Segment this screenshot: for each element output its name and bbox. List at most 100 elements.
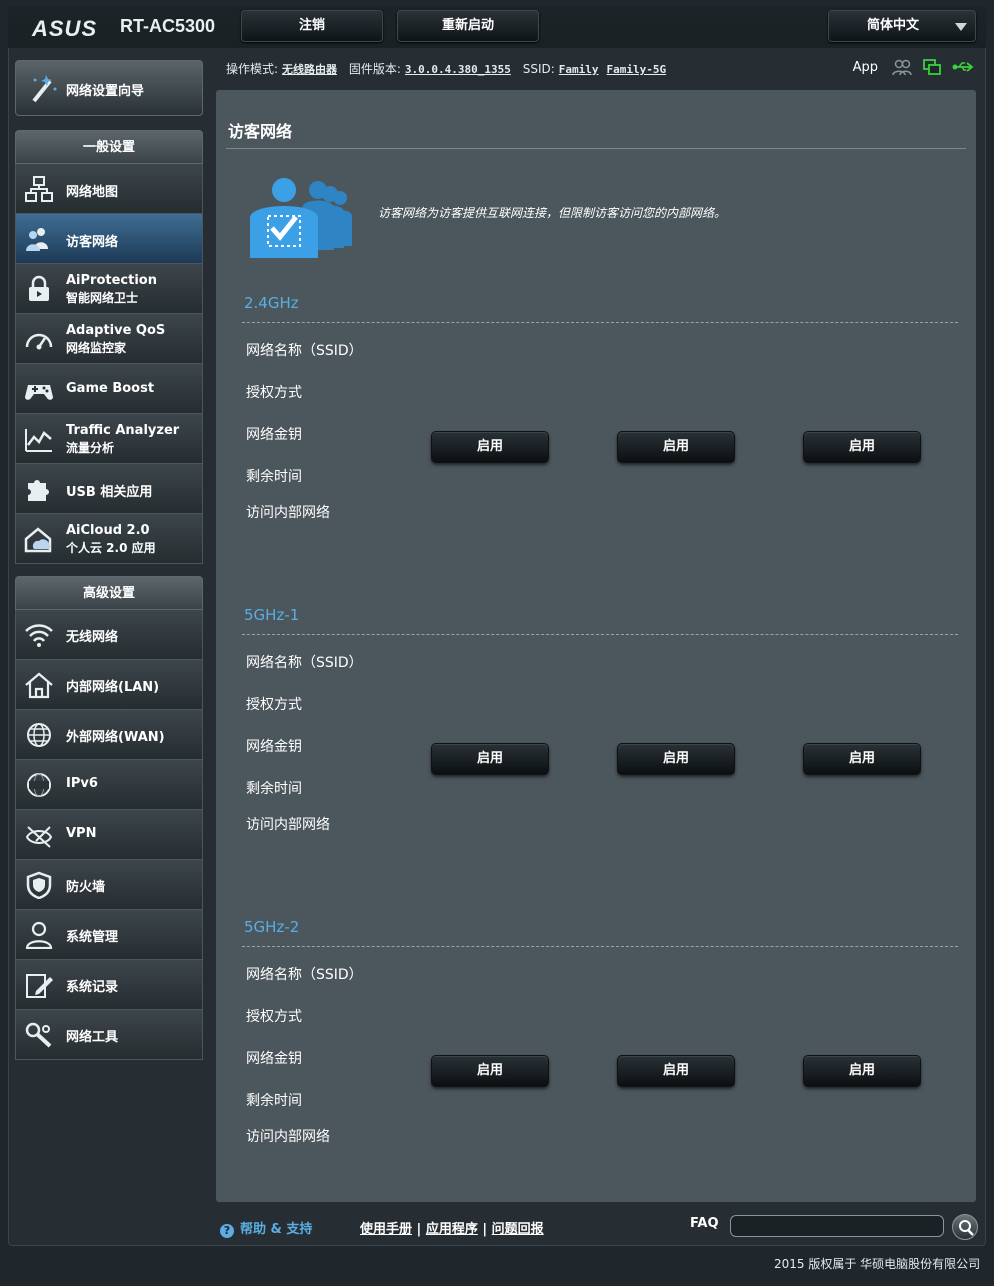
router-model: RT-AC5300 xyxy=(120,16,216,36)
divider xyxy=(242,322,958,323)
divider xyxy=(226,148,966,149)
sidebar-item-wireless[interactable]: 无线网络 xyxy=(15,610,203,660)
sidebar-item-guest-network[interactable]: 访客网络 xyxy=(15,214,203,264)
log-edit-icon xyxy=(26,974,53,998)
sidebar-item-adaptive-qos[interactable]: Adaptive QoS 网络监控家 xyxy=(15,314,203,364)
search-button[interactable] xyxy=(952,1214,978,1240)
enable-button[interactable]: 启用 xyxy=(431,1055,549,1087)
sidebar-item-aiprotection[interactable]: AiProtection 智能网络卫士 xyxy=(15,264,203,314)
intro-text: 访客网络为访客提供互联网连接，但限制访客访问您的内部网络。 xyxy=(378,206,727,220)
footer-links: 使用手册 | 应用程序 | 问题回报 xyxy=(360,1222,544,1237)
ssid-row-label: 网络名称（SSID） xyxy=(246,343,363,359)
sidebar-item-network-tools[interactable]: 网络工具 xyxy=(15,1010,203,1060)
sidebar-item-ipv6[interactable]: IPv6 xyxy=(15,760,203,810)
language-select[interactable]: 简体中文 xyxy=(828,10,976,42)
main-panel: 访客网络 访客网络为访客提供互联网连接，但限制访客访问您的内部网络。 2.4GH… xyxy=(216,90,976,1202)
sidebar-item-label: 网络工具 xyxy=(66,1030,119,1045)
wizard-label: 网络设置向导 xyxy=(66,84,145,99)
sidebar-item-game-boost[interactable]: Game Boost xyxy=(15,364,203,414)
sidebar-item-usb-apps[interactable]: USB 相关应用 xyxy=(15,464,203,514)
guest-network-icon xyxy=(26,228,48,251)
sidebar-item-sublabel: 网络监控家 xyxy=(66,341,127,355)
key-row-label: 网络金钥 xyxy=(246,427,302,443)
help-label: 帮助 & 支持 xyxy=(240,1222,313,1237)
time-row-label: 剩余时间 xyxy=(246,469,302,485)
sidebar-item-firewall[interactable]: 防火墙 xyxy=(15,860,203,910)
divider xyxy=(242,634,958,635)
auth-row-label: 授权方式 xyxy=(246,385,302,401)
advanced-settings-header: 高级设置 xyxy=(15,576,203,610)
sidebar-item-label: 无线网络 xyxy=(66,630,119,645)
manual-link[interactable]: 使用手册 xyxy=(360,1222,412,1237)
mode-link[interactable]: 无线路由器 xyxy=(282,63,337,76)
feedback-link[interactable]: 问题回报 xyxy=(492,1222,544,1237)
page-title: 访客网络 xyxy=(228,122,293,141)
wan-status-icon[interactable] xyxy=(922,58,942,76)
sidebar-item-label: IPv6 xyxy=(66,776,98,791)
sidebar-item-label: Traffic Analyzer xyxy=(66,423,180,438)
firmware-link[interactable]: 3.0.0.4.380_1355 xyxy=(405,63,511,76)
enable-button[interactable]: 启用 xyxy=(803,743,921,775)
key-row-label: 网络金钥 xyxy=(246,739,302,755)
mode-label: 操作模式: xyxy=(226,62,279,76)
enable-button[interactable]: 启用 xyxy=(617,431,735,463)
faq-search-input[interactable] xyxy=(730,1215,944,1237)
usb-icon[interactable] xyxy=(952,60,974,74)
status-bar: 操作模式: 无线路由器 固件版本: 3.0.0.4.380_1355 SSID: Fa… xyxy=(226,60,674,77)
help-support-link[interactable]: ? 帮助 & 支持 xyxy=(220,1218,312,1238)
lock-icon xyxy=(29,275,49,301)
ipv6-icon xyxy=(27,773,51,797)
sidebar-item-aicloud[interactable]: AiCloud 2.0 个人云 2.0 应用 xyxy=(15,514,203,564)
sidebar-item-label: AiCloud 2.0 xyxy=(66,523,150,538)
sidebar-item-sublabel: 智能网络卫士 xyxy=(66,291,139,305)
ssid-link-5[interactable]: Family-5G xyxy=(607,63,667,76)
band-title-24ghz: 2.4GHz xyxy=(244,294,299,312)
time-row-label: 剩余时间 xyxy=(246,1093,302,1109)
network-wizard-button[interactable]: 网络设置向导 xyxy=(15,60,203,116)
band-title-5ghz-2: 5GHz-2 xyxy=(244,918,300,936)
puzzle-icon xyxy=(28,480,49,501)
enable-button[interactable]: 启用 xyxy=(431,431,549,463)
faq-label: FAQ xyxy=(690,1216,719,1231)
enable-button[interactable]: 启用 xyxy=(617,1055,735,1087)
sidebar-item-wan[interactable]: 外部网络(WAN) xyxy=(15,710,203,760)
reboot-button[interactable]: 重新启动 xyxy=(397,10,539,42)
top-bar: ASUS RT-AC5300 注销 重新启动 简体中文 xyxy=(8,6,986,48)
enable-button[interactable]: 启用 xyxy=(431,743,549,775)
chart-icon xyxy=(25,429,52,452)
sidebar-item-system-log[interactable]: 系统记录 xyxy=(15,960,203,1010)
sidebar-item-label: 内部网络(LAN) xyxy=(66,680,160,695)
shield-icon xyxy=(26,871,52,899)
clients-icon[interactable] xyxy=(892,58,912,76)
gamepad-icon xyxy=(25,385,53,400)
time-row-label: 剩余时间 xyxy=(246,781,302,797)
sidebar-item-vpn[interactable]: VPN xyxy=(15,810,203,860)
sidebar-item-label: 系统记录 xyxy=(66,980,119,995)
ssid-link-24[interactable]: Family xyxy=(559,63,599,76)
magic-wand-icon xyxy=(32,75,57,103)
footer: ? 帮助 & 支持 使用手册 | 应用程序 | 问题回报 FAQ xyxy=(8,1206,986,1246)
chevron-down-icon xyxy=(955,23,967,31)
sidebar-item-administration[interactable]: 系统管理 xyxy=(15,910,203,960)
search-icon xyxy=(959,1220,974,1236)
tools-icon xyxy=(25,1022,52,1048)
enable-button[interactable]: 启用 xyxy=(617,743,735,775)
utility-link[interactable]: 应用程序 xyxy=(426,1222,478,1237)
sidebar-item-label: 外部网络(WAN) xyxy=(66,730,165,745)
sidebar-item-lan[interactable]: 内部网络(LAN) xyxy=(15,660,203,710)
cloud-home-icon xyxy=(24,527,52,553)
gauge-icon xyxy=(25,333,53,350)
logout-button[interactable]: 注销 xyxy=(241,10,383,42)
enable-button[interactable]: 启用 xyxy=(803,1055,921,1087)
divider xyxy=(242,946,958,947)
auth-row-label: 授权方式 xyxy=(246,1009,302,1025)
enable-button[interactable]: 启用 xyxy=(803,431,921,463)
ssid-row-label: 网络名称（SSID） xyxy=(246,655,363,671)
admin-user-icon xyxy=(25,921,53,949)
asus-logo: ASUS xyxy=(32,16,98,41)
sidebar-item-label: 访客网络 xyxy=(66,235,119,250)
sidebar-item-network-map[interactable]: 网络地图 xyxy=(15,164,203,214)
status-icons: App xyxy=(853,58,974,76)
sidebar-item-traffic-analyzer[interactable]: Traffic Analyzer 流量分析 xyxy=(15,414,203,464)
app-link[interactable]: App xyxy=(853,60,878,75)
